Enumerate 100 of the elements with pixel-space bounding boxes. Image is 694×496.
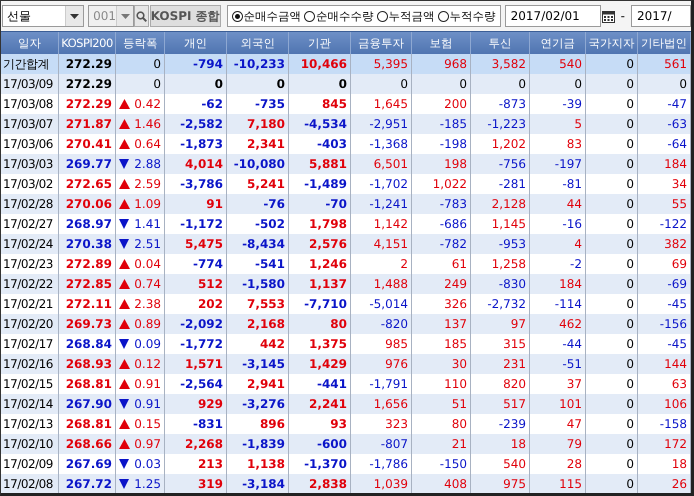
value-cell: 2,941 [247, 377, 285, 391]
value-cell: -63 [667, 117, 687, 131]
value-cell: 2,838 [309, 477, 347, 491]
date-cell: 17/02/08 [3, 477, 53, 491]
radio-option[interactable]: 누적수량 [438, 8, 496, 24]
value-cell: 18 [672, 457, 687, 471]
value-cell: 1,571 [185, 357, 223, 371]
date-cell: 17/03/07 [3, 117, 53, 131]
value-cell: -1,772 [180, 337, 223, 351]
value-cell: -197 [554, 157, 582, 171]
value-cell: 326 [444, 297, 467, 311]
value-cell: 26 [672, 477, 687, 491]
change-value: 2.88 [134, 157, 161, 171]
radio-option[interactable]: 순매수금액 [232, 8, 302, 24]
radio-option[interactable]: 누적금액 [376, 8, 435, 24]
value-cell: -686 [440, 217, 467, 231]
index-value: 269.77 [66, 157, 112, 171]
value-cell: 55 [672, 197, 687, 211]
value-cell: 408 [444, 477, 467, 491]
value-cell: 315 [503, 337, 526, 351]
value-cell: 820 [503, 377, 526, 391]
value-cell: -2,092 [180, 317, 223, 331]
change-value: 0 [153, 77, 161, 91]
date-cell: 17/02/22 [3, 277, 53, 291]
value-cell: 0 [626, 317, 634, 331]
value-cell: 0 [338, 77, 347, 91]
value-cell: -2,582 [180, 117, 223, 131]
value-cell: 2,241 [309, 397, 347, 411]
value-cell: -600 [316, 437, 347, 451]
value-cell: 0 [626, 157, 634, 171]
up-triangle-icon [119, 99, 130, 109]
value-cell: 83 [566, 137, 582, 151]
value-cell: -3,145 [242, 357, 285, 371]
value-cell: -830 [498, 277, 526, 291]
value-cell: -1,241 [369, 197, 408, 211]
value-cell: 1,488 [374, 277, 408, 291]
value-cell: 0 [626, 197, 634, 211]
value-cell: 968 [444, 57, 467, 71]
date-cell: 17/02/09 [3, 457, 53, 471]
date-cell: 17/02/21 [3, 297, 53, 311]
index-button[interactable]: KOSPI 종합 [150, 5, 221, 27]
value-cell: -1,172 [180, 217, 223, 231]
value-cell: 1,656 [374, 397, 408, 411]
value-cell: -756 [498, 157, 526, 171]
value-cell: -81 [562, 177, 582, 191]
value-cell: 5,395 [374, 57, 408, 71]
change-value: 0.97 [134, 437, 161, 451]
value-cell: 44 [566, 197, 582, 211]
index-value: 270.38 [66, 237, 112, 251]
value-cell: 1,645 [374, 97, 408, 111]
value-cell: 442 [260, 337, 285, 351]
value-cell: -2,732 [487, 297, 526, 311]
change-value: 0.12 [134, 357, 161, 371]
value-cell: 115 [559, 477, 582, 491]
down-triangle-icon [119, 399, 129, 409]
date-cell: 17/02/10 [3, 437, 53, 451]
value-cell: -502 [254, 217, 285, 231]
value-cell: 0 [574, 77, 582, 91]
radio-option[interactable]: 순매수수량 [304, 8, 374, 24]
index-value: 272.11 [66, 297, 112, 311]
date-field[interactable]: 2017/02/01 [504, 5, 601, 27]
change-value: 0.04 [134, 257, 161, 271]
value-cell: 1,022 [432, 177, 467, 191]
value-cell: 323 [385, 417, 408, 431]
value-cell: 1,138 [247, 457, 285, 471]
value-cell: 184 [664, 157, 687, 171]
value-cell: -1,873 [180, 137, 223, 151]
value-cell: 2,341 [247, 137, 285, 151]
value-cell: 21 [452, 437, 467, 451]
date-field[interactable]: 2017/ [631, 5, 691, 27]
value-cell: 4 [574, 237, 582, 251]
value-cell: 561 [664, 57, 687, 71]
value-cell: 184 [559, 277, 582, 291]
date-cell: 17/03/03 [3, 157, 53, 171]
up-triangle-icon [119, 299, 130, 309]
up-triangle-icon [119, 119, 130, 129]
value-cell: 1,375 [309, 337, 347, 351]
value-cell: -44 [562, 337, 582, 351]
value-cell: 985 [385, 337, 408, 351]
market-select[interactable]: 선물 [2, 5, 84, 27]
calendar-icon[interactable] [602, 10, 615, 22]
index-value: 268.93 [66, 357, 112, 371]
date-cell: 17/03/09 [3, 77, 53, 91]
up-triangle-icon [119, 419, 130, 429]
change-value: 2.51 [134, 237, 161, 251]
value-cell: 18 [510, 437, 526, 451]
value-cell: 7,553 [247, 297, 285, 311]
value-cell: 3,582 [492, 57, 526, 71]
value-cell: -64 [667, 137, 687, 151]
value-cell: 0 [626, 97, 634, 111]
up-triangle-icon [119, 359, 130, 369]
index-value: 272.29 [66, 97, 112, 111]
value-cell: -541 [254, 257, 285, 271]
value-cell: 1,142 [374, 217, 408, 231]
value-cell: 249 [444, 277, 467, 291]
value-cell: -1,370 [304, 457, 347, 471]
date-cell: 17/03/06 [3, 137, 53, 151]
search-button[interactable] [134, 5, 149, 27]
value-cell: 382 [664, 237, 687, 251]
up-triangle-icon [119, 199, 130, 209]
